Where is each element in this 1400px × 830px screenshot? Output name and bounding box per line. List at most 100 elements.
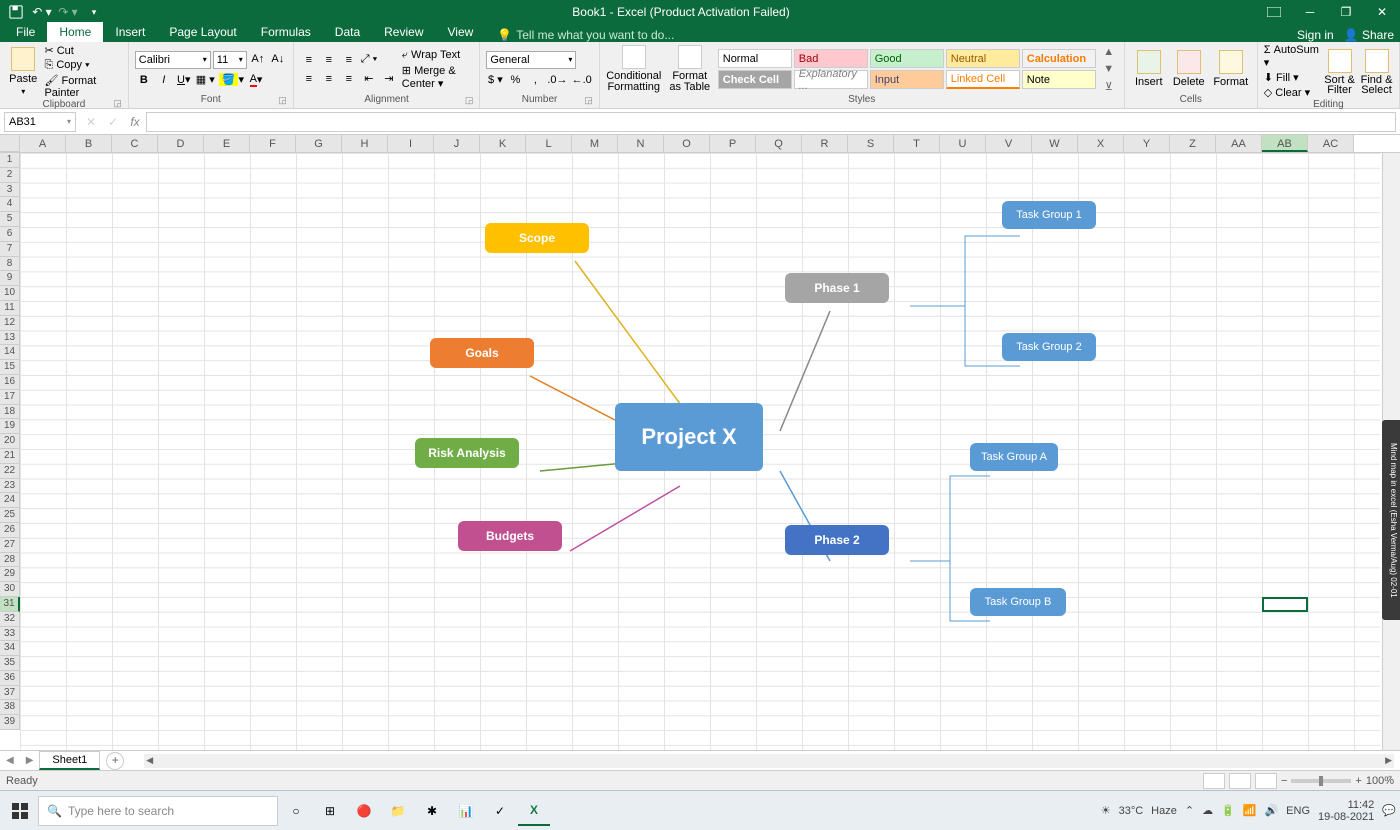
style-calculation[interactable]: Calculation xyxy=(1022,49,1096,68)
tab-home[interactable]: Home xyxy=(47,22,103,42)
cortana-icon[interactable]: ○ xyxy=(280,796,312,826)
border-button[interactable]: ▦ ▾ xyxy=(195,72,216,88)
tab-data[interactable]: Data xyxy=(323,22,372,42)
col-head-O[interactable]: O xyxy=(664,135,710,152)
row-head-17[interactable]: 17 xyxy=(0,390,20,405)
row-head-19[interactable]: 19 xyxy=(0,419,20,434)
fx-icon[interactable]: fx xyxy=(124,115,146,129)
style-note[interactable]: Note xyxy=(1022,70,1096,89)
col-head-C[interactable]: C xyxy=(112,135,158,152)
conditional-formatting-button[interactable]: Conditional Formatting xyxy=(606,45,662,93)
row-head-9[interactable]: 9 xyxy=(0,271,20,286)
copy-button[interactable]: ⎘ Copy ▾ xyxy=(44,59,121,72)
row-head-13[interactable]: 13 xyxy=(0,331,20,346)
style-linked[interactable]: Linked Cell xyxy=(946,70,1020,89)
mindmap-task-group-2[interactable]: Task Group 2 xyxy=(1002,333,1096,361)
row-head-37[interactable]: 37 xyxy=(0,686,20,701)
alignment-launcher-icon[interactable]: ◲ xyxy=(465,94,474,106)
format-cells-button[interactable]: Format xyxy=(1211,50,1251,88)
row-head-6[interactable]: 6 xyxy=(0,227,20,242)
sheet-nav-prev[interactable]: ◀ xyxy=(0,755,20,766)
select-all-corner[interactable] xyxy=(0,135,20,152)
col-head-Q[interactable]: Q xyxy=(756,135,802,152)
mindmap-center[interactable]: Project X xyxy=(615,403,763,471)
app-icon[interactable]: ✓ xyxy=(484,796,516,826)
view-normal[interactable] xyxy=(1203,773,1225,789)
share-button[interactable]: 👤 Share xyxy=(1344,28,1394,42)
cell-grid[interactable]: Project X Scope Goals Risk Analysis Budg… xyxy=(20,153,1380,750)
row-head-7[interactable]: 7 xyxy=(0,242,20,257)
row-head-18[interactable]: 18 xyxy=(0,405,20,420)
task-view-icon[interactable]: ⊞ xyxy=(314,796,346,826)
weather-icon[interactable]: ☀ xyxy=(1101,804,1111,817)
shrink-font-button[interactable]: A↓ xyxy=(269,51,287,67)
insert-cells-button[interactable]: Insert xyxy=(1131,50,1167,88)
autosum-button[interactable]: Σ AutoSum ▾ xyxy=(1264,44,1319,69)
zoom-slider[interactable] xyxy=(1291,779,1351,783)
mindmap-risk[interactable]: Risk Analysis xyxy=(415,438,519,468)
zoom-out-button[interactable]: − xyxy=(1281,775,1287,787)
col-head-AA[interactable]: AA xyxy=(1216,135,1262,152)
selected-cell[interactable] xyxy=(1262,597,1308,612)
col-head-S[interactable]: S xyxy=(848,135,894,152)
enter-formula-icon[interactable]: ✓ xyxy=(102,115,124,129)
sort-filter-button[interactable]: Sort & Filter xyxy=(1323,49,1356,95)
explorer-icon[interactable]: 📁 xyxy=(382,796,414,826)
tray-chevron-up-icon[interactable]: ⌃ xyxy=(1185,804,1194,817)
row-head-16[interactable]: 16 xyxy=(0,375,20,390)
col-head-P[interactable]: P xyxy=(710,135,756,152)
row-head-11[interactable]: 11 xyxy=(0,301,20,316)
tab-view[interactable]: View xyxy=(436,22,486,42)
name-box[interactable]: AB31▾ xyxy=(4,112,76,132)
mindmap-goals[interactable]: Goals xyxy=(430,338,534,368)
percent-button[interactable]: % xyxy=(506,72,524,88)
col-head-AB[interactable]: AB xyxy=(1262,135,1308,152)
row-head-33[interactable]: 33 xyxy=(0,627,20,642)
comma-button[interactable]: , xyxy=(526,72,544,88)
underline-button[interactable]: U ▾ xyxy=(175,72,193,88)
col-head-F[interactable]: F xyxy=(250,135,296,152)
format-table-button[interactable]: Format as Table xyxy=(666,45,714,93)
row-head-1[interactable]: 1 xyxy=(0,153,20,168)
col-head-X[interactable]: X xyxy=(1078,135,1124,152)
mindmap-task-group-b[interactable]: Task Group B xyxy=(970,588,1066,616)
style-good[interactable]: Good xyxy=(870,49,944,68)
align-top[interactable]: ≡ xyxy=(300,52,318,68)
add-sheet-button[interactable]: + xyxy=(106,752,124,770)
tell-me[interactable]: 💡 Tell me what you want to do... xyxy=(497,28,674,42)
merge-center-button[interactable]: ⊞ Merge & Center ▾ xyxy=(402,64,474,90)
col-head-B[interactable]: B xyxy=(66,135,112,152)
row-head-26[interactable]: 26 xyxy=(0,523,20,538)
slack-icon[interactable]: ✱ xyxy=(416,796,448,826)
row-head-34[interactable]: 34 xyxy=(0,641,20,656)
close-button[interactable]: ✕ xyxy=(1364,0,1400,24)
row-head-20[interactable]: 20 xyxy=(0,434,20,449)
mindmap-task-group-1[interactable]: Task Group 1 xyxy=(1002,201,1096,229)
clear-button[interactable]: ◇ Clear ▾ xyxy=(1264,86,1319,99)
minimize-button[interactable]: ─ xyxy=(1292,0,1328,24)
battery-icon[interactable]: 🔋 xyxy=(1221,804,1235,817)
search-box[interactable]: 🔍Type here to search xyxy=(38,796,278,826)
wrap-text-button[interactable]: ⤶ Wrap Text xyxy=(402,49,474,62)
font-color-button[interactable]: A ▾ xyxy=(247,72,265,88)
bold-button[interactable]: B xyxy=(135,72,153,88)
decrease-indent[interactable]: ⇤ xyxy=(360,71,378,87)
start-button[interactable] xyxy=(4,795,36,827)
tab-file[interactable]: File xyxy=(4,22,47,42)
align-middle[interactable]: ≡ xyxy=(320,52,338,68)
paste-button[interactable]: Paste▾ xyxy=(6,47,40,96)
align-center[interactable]: ≡ xyxy=(320,71,338,87)
style-scroll-up[interactable]: ▲ xyxy=(1100,44,1118,60)
powerbi-icon[interactable]: 📊 xyxy=(450,796,482,826)
row-head-12[interactable]: 12 xyxy=(0,316,20,331)
row-head-8[interactable]: 8 xyxy=(0,257,20,272)
cut-button[interactable]: ✂ Cut xyxy=(44,44,121,57)
mindmap-task-group-a[interactable]: Task Group A xyxy=(970,443,1058,471)
row-head-23[interactable]: 23 xyxy=(0,479,20,494)
italic-button[interactable]: I xyxy=(155,72,173,88)
format-painter-button[interactable]: 🖌 Format Painter xyxy=(44,74,121,99)
notifications-icon[interactable]: 💬 xyxy=(1382,804,1396,817)
row-head-14[interactable]: 14 xyxy=(0,345,20,360)
qat-more[interactable]: ▾ xyxy=(82,2,106,22)
row-head-3[interactable]: 3 xyxy=(0,183,20,198)
